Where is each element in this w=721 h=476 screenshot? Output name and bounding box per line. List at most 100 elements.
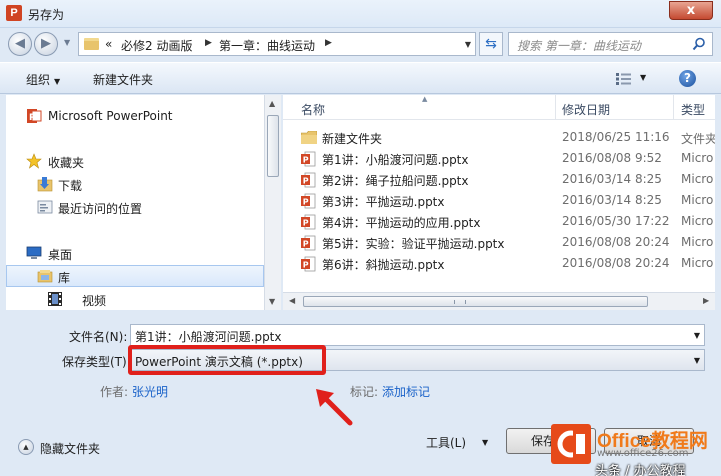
file-type: Micro [681,172,714,186]
file-date: 2016/03/14 8:25 [562,193,662,207]
column-divider[interactable] [673,95,674,120]
file-row[interactable]: P 第1讲：小船渡河问题.pptx 2016/08/08 9:52 Micro [283,148,715,169]
chevron-down-icon[interactable]: ▼ [465,40,471,49]
file-date: 2016/05/30 17:22 [562,214,670,228]
nav-item-desktop[interactable]: 桌面 [6,242,264,264]
organize-button[interactable]: 组织 ▼ [26,71,60,88]
back-button[interactable]: ◀ [8,32,32,56]
file-row[interactable]: P 第3讲：平抛运动.pptx 2016/03/14 8:25 Micro [283,190,715,211]
nav-item-recent-places[interactable]: 最近访问的位置 [6,196,264,218]
file-row[interactable]: P 第2讲：绳子拉船问题.pptx 2016/03/14 8:25 Micro [283,169,715,190]
nav-item-label: 下载 [58,179,83,193]
file-row[interactable]: 新建文件夹 2018/06/25 11:16 文件夹 [283,127,715,148]
svg-text:P: P [303,177,309,186]
tags-label: 标记: [350,385,379,399]
chevron-left-icon[interactable]: ◀ [289,296,295,305]
add-tags-link[interactable]: 添加标记 [382,383,430,400]
file-name: 第1讲：小船渡河问题.pptx [322,153,469,167]
new-folder-button[interactable]: 新建文件夹 [93,71,153,88]
chevron-down-icon: ▼ [54,77,61,86]
search-input[interactable]: 搜索 第一章：曲线运动 [508,32,713,56]
chevron-right-icon[interactable]: ▶ [325,38,332,48]
pptx-file-icon: P [301,235,316,251]
chevron-down-icon[interactable]: ▼ [482,438,488,447]
file-date: 2016/08/08 20:24 [562,235,670,249]
svg-text:P: P [303,219,309,228]
file-type: 文件夹 [681,132,715,146]
file-type: Micro [681,256,714,270]
file-date: 2016/03/14 8:25 [562,172,662,186]
watermark-url: www.office26.com [597,448,689,459]
navigation-scrollbar[interactable]: ▲ ▼ [264,95,281,310]
nav-item-label: 最近访问的位置 [58,202,143,216]
watermark-overlay: 头条 / 办公教程 [595,464,686,476]
powerpoint-icon: P [27,109,42,123]
chevron-down-icon[interactable]: ▼ [694,331,700,340]
column-header-type[interactable]: 类型 [681,101,705,118]
file-name: 第6讲：斜抛运动.pptx [322,258,445,272]
file-type: Micro [681,151,714,165]
nav-item-favorites[interactable]: 收藏夹 [6,150,264,172]
office-logo-icon [551,424,591,464]
filename-value: 第1讲：小船渡河问题.pptx [135,330,282,344]
watermark: Office教程网 www.office26.com 头条 / 办公教程 [551,424,721,476]
nav-item-label: 库 [58,271,71,285]
save-type-label: 保存类型(T): [62,355,131,369]
folder-icon [84,38,99,50]
nav-buttons: ◀ ▶ [8,32,64,56]
nav-item-libraries[interactable]: 库 [6,265,264,287]
file-list-scrollbar[interactable]: ◀ ▶ [283,292,715,310]
filename-input[interactable]: 第1讲：小船渡河问题.pptx ▼ [130,324,705,346]
forward-button[interactable]: ▶ [34,32,58,56]
column-headers: ▲ 名称 修改日期 类型 [283,95,715,120]
svg-text:P: P [303,240,309,249]
nav-item-powerpoint[interactable]: P Microsoft PowerPoint [6,105,264,127]
library-icon [37,270,53,283]
column-divider[interactable] [555,95,556,120]
file-date: 2016/08/08 9:52 [562,151,662,165]
chevron-right-icon[interactable]: ▶ [703,296,709,305]
address-overflow[interactable]: « [105,37,112,51]
refresh-button[interactable]: ⇆ [479,32,503,56]
star-icon [26,153,42,169]
file-type: Micro [681,193,714,207]
chevron-up-icon: ▲ [18,439,34,455]
scrollbar-thumb[interactable] [303,296,648,307]
address-bar[interactable]: « 必修2 动画版 ▶ 第一章：曲线运动 ▶ ▼ [78,32,476,56]
address-segment-1[interactable]: 必修2 动画版 [121,37,192,54]
file-row[interactable]: P 第5讲：实验：验证平抛运动.pptx 2016/08/08 20:24 Mi… [283,232,715,253]
file-name: 第2讲：绳子拉船问题.pptx [322,174,469,188]
address-segment-2[interactable]: 第一章：曲线运动 [219,37,315,54]
file-row[interactable]: P 第4讲：平抛运动的应用.pptx 2016/05/30 17:22 Micr… [283,211,715,232]
folder-icon [301,131,317,144]
view-options-icon[interactable] [616,72,632,86]
file-name: 第3讲：平抛运动.pptx [322,195,445,209]
author-value[interactable]: 张光明 [132,383,168,400]
desktop-icon [26,246,42,259]
download-icon [37,177,53,192]
svg-text:P: P [303,156,309,165]
file-list: ▲ 名称 修改日期 类型 新建文件夹 2018/06/25 11:16 文件夹 … [283,95,715,292]
nav-item-videos[interactable]: 视频 [6,288,264,310]
chevron-down-icon[interactable]: ▼ [640,73,646,82]
file-row[interactable]: P 第6讲：斜抛运动.pptx 2016/08/08 20:24 Micro [283,253,715,274]
close-button[interactable]: x [669,1,713,20]
nav-item-label: 桌面 [48,248,73,262]
column-header-name[interactable]: 名称 [301,101,325,118]
annotation-highlight-box [128,345,326,375]
svg-text:P: P [303,198,309,207]
chevron-right-icon[interactable]: ▶ [205,38,212,48]
chevron-down-icon[interactable]: ▼ [694,356,700,365]
sort-ascending-icon: ▲ [422,95,428,103]
chevron-up-icon[interactable]: ▲ [269,99,275,108]
hide-folders-label: 隐藏文件夹 [40,442,101,456]
nav-item-downloads[interactable]: 下载 [6,173,264,195]
chevron-down-icon[interactable]: ▼ [269,297,275,306]
column-header-date[interactable]: 修改日期 [562,101,610,118]
pptx-file-icon: P [301,172,316,188]
file-date: 2018/06/25 11:16 [562,130,670,144]
help-icon[interactable]: ? [679,70,696,87]
scrollbar-thumb[interactable] [267,115,279,177]
recent-pages-dropdown[interactable]: ▼ [64,38,70,47]
tools-button[interactable]: 工具(L) [426,434,466,451]
